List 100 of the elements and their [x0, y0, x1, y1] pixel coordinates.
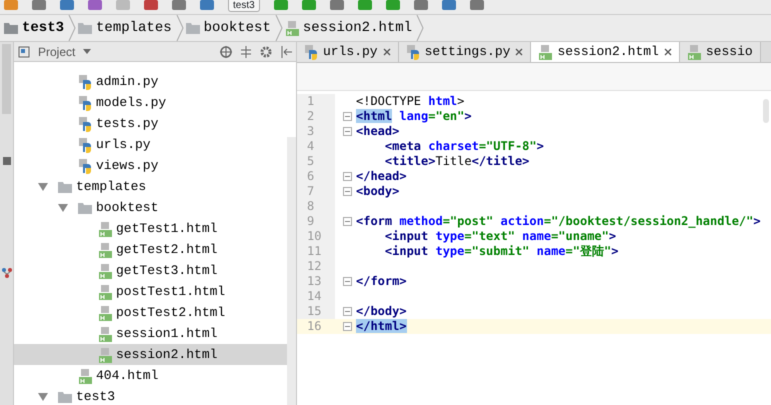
toolbar-icon[interactable]: [88, 0, 102, 10]
html-file-icon: [284, 20, 299, 36]
code-line: <head>: [356, 124, 400, 139]
toolbar-icon[interactable]: [172, 0, 186, 10]
toolbar-icon[interactable]: [414, 0, 428, 10]
fold-icon[interactable]: [343, 172, 352, 181]
line-number: 3: [297, 124, 335, 139]
fold-icon[interactable]: [343, 217, 352, 226]
toolbar-icon[interactable]: [200, 0, 214, 10]
tree-item[interactable]: booktest: [14, 197, 287, 218]
line-number: 14: [297, 289, 335, 304]
tree-item[interactable]: test3: [14, 386, 287, 405]
breadcrumb-item[interactable]: templates: [78, 18, 174, 38]
fold-icon[interactable]: [343, 112, 352, 121]
scrollbar-thumb[interactable]: [763, 99, 769, 123]
run-config-dropdown[interactable]: test3: [228, 0, 260, 12]
fold-icon[interactable]: [343, 322, 352, 331]
project-view-icon: [18, 46, 30, 58]
tree-item[interactable]: 404.html: [14, 365, 287, 386]
editor-tab[interactable]: session2.html: [531, 42, 680, 62]
toolbar-icon[interactable]: [302, 0, 316, 10]
chevron-icon: [176, 15, 184, 41]
close-icon[interactable]: [664, 48, 672, 56]
breadcrumb-item[interactable]: session2.html: [284, 18, 414, 38]
folder-icon: [58, 180, 72, 192]
code-line: <input type="submit" name="登陆">: [384, 244, 618, 259]
folder-icon: [186, 22, 200, 34]
chevron-icon: [274, 15, 283, 41]
folder-icon: [78, 202, 92, 214]
line-number: 2: [297, 109, 335, 124]
toolbar-icon[interactable]: [470, 0, 484, 10]
tree-item[interactable]: postTest1.html: [14, 281, 287, 302]
fold-icon[interactable]: [343, 127, 352, 136]
html-file-icon: [98, 262, 112, 278]
toolbar-icon[interactable]: [442, 0, 456, 10]
html-file-icon: [78, 368, 92, 384]
python-file-icon: [406, 44, 420, 60]
caret-icon[interactable]: [83, 48, 92, 54]
editor-tab[interactable]: settings.py: [398, 42, 532, 62]
toolbar-icon[interactable]: [32, 0, 46, 10]
toolbar-icon[interactable]: [386, 0, 400, 10]
editor-tab[interactable]: urls.py: [297, 42, 399, 62]
editor-tab[interactable]: sessio: [680, 42, 761, 62]
breadcrumb-item[interactable]: test3: [4, 18, 66, 38]
tree-item[interactable]: models.py: [14, 92, 287, 113]
python-file-icon: [78, 94, 92, 110]
hierarchy-icon[interactable]: [1, 267, 13, 279]
code-line: </form>: [356, 274, 407, 289]
tree-item[interactable]: urls.py: [14, 134, 287, 155]
html-file-icon: [98, 242, 112, 258]
tree-item[interactable]: tests.py: [14, 113, 287, 134]
python-file-icon: [78, 74, 92, 90]
html-file-icon: [98, 304, 112, 320]
html-file-icon: [98, 284, 112, 300]
expanded-arrow-icon[interactable]: [58, 204, 68, 212]
line-number: 5: [297, 154, 335, 169]
close-icon[interactable]: [515, 48, 524, 56]
toolbar-icon[interactable]: [358, 0, 372, 10]
toolbar-icon[interactable]: [274, 0, 288, 10]
html-file-icon: [538, 44, 552, 60]
code-line: <title>Title</title>: [384, 154, 530, 169]
expanded-arrow-icon[interactable]: [38, 182, 48, 190]
tree-item[interactable]: admin.py: [14, 71, 287, 92]
line-number: 15: [297, 304, 335, 319]
line-number: 4: [297, 139, 335, 154]
breadcrumb-item[interactable]: booktest: [186, 18, 273, 38]
tree-item[interactable]: getTest1.html: [14, 218, 287, 239]
scrollbar[interactable]: [287, 137, 296, 405]
tree-item[interactable]: views.py: [14, 155, 287, 176]
line-number: 13: [297, 274, 335, 289]
toolbar-icon[interactable]: [330, 0, 344, 10]
tree-item[interactable]: getTest3.html: [14, 260, 287, 281]
panel-title[interactable]: Project: [38, 42, 76, 60]
code-line: <form method="post" action="/booktest/session2_handle/">: [356, 214, 761, 229]
collapse-icon[interactable]: [240, 46, 252, 58]
tree-item[interactable]: session1.html: [14, 323, 287, 344]
close-icon[interactable]: [382, 48, 391, 56]
code-line: <input type="text" name="uname">: [384, 229, 616, 244]
expanded-arrow-icon[interactable]: [38, 392, 48, 400]
chevron-icon: [68, 15, 76, 41]
line-number: 9: [297, 214, 335, 229]
tree-item[interactable]: postTest2.html: [14, 302, 287, 323]
crosshair-icon[interactable]: [220, 46, 232, 58]
line-number: 1: [297, 94, 335, 109]
tree-item[interactable]: getTest2.html: [14, 239, 287, 260]
fold-icon[interactable]: [343, 307, 352, 316]
line-number: 12: [297, 259, 335, 274]
fold-icon[interactable]: [343, 187, 352, 196]
code-line: <!DOCTYPE html>: [356, 94, 464, 109]
folder-icon: [78, 22, 92, 34]
html-file-icon: [98, 326, 112, 342]
line-number: 11: [297, 244, 335, 259]
fold-icon[interactable]: [343, 277, 352, 286]
gear-icon[interactable]: [260, 46, 272, 58]
toolbar-icon[interactable]: [60, 0, 74, 10]
html-file-icon: [686, 44, 701, 60]
tree-item[interactable]: templates: [14, 176, 287, 197]
tree-item[interactable]: session2.html: [14, 344, 287, 365]
toolbar-icon[interactable]: [144, 0, 158, 10]
python-file-icon: [78, 136, 92, 152]
